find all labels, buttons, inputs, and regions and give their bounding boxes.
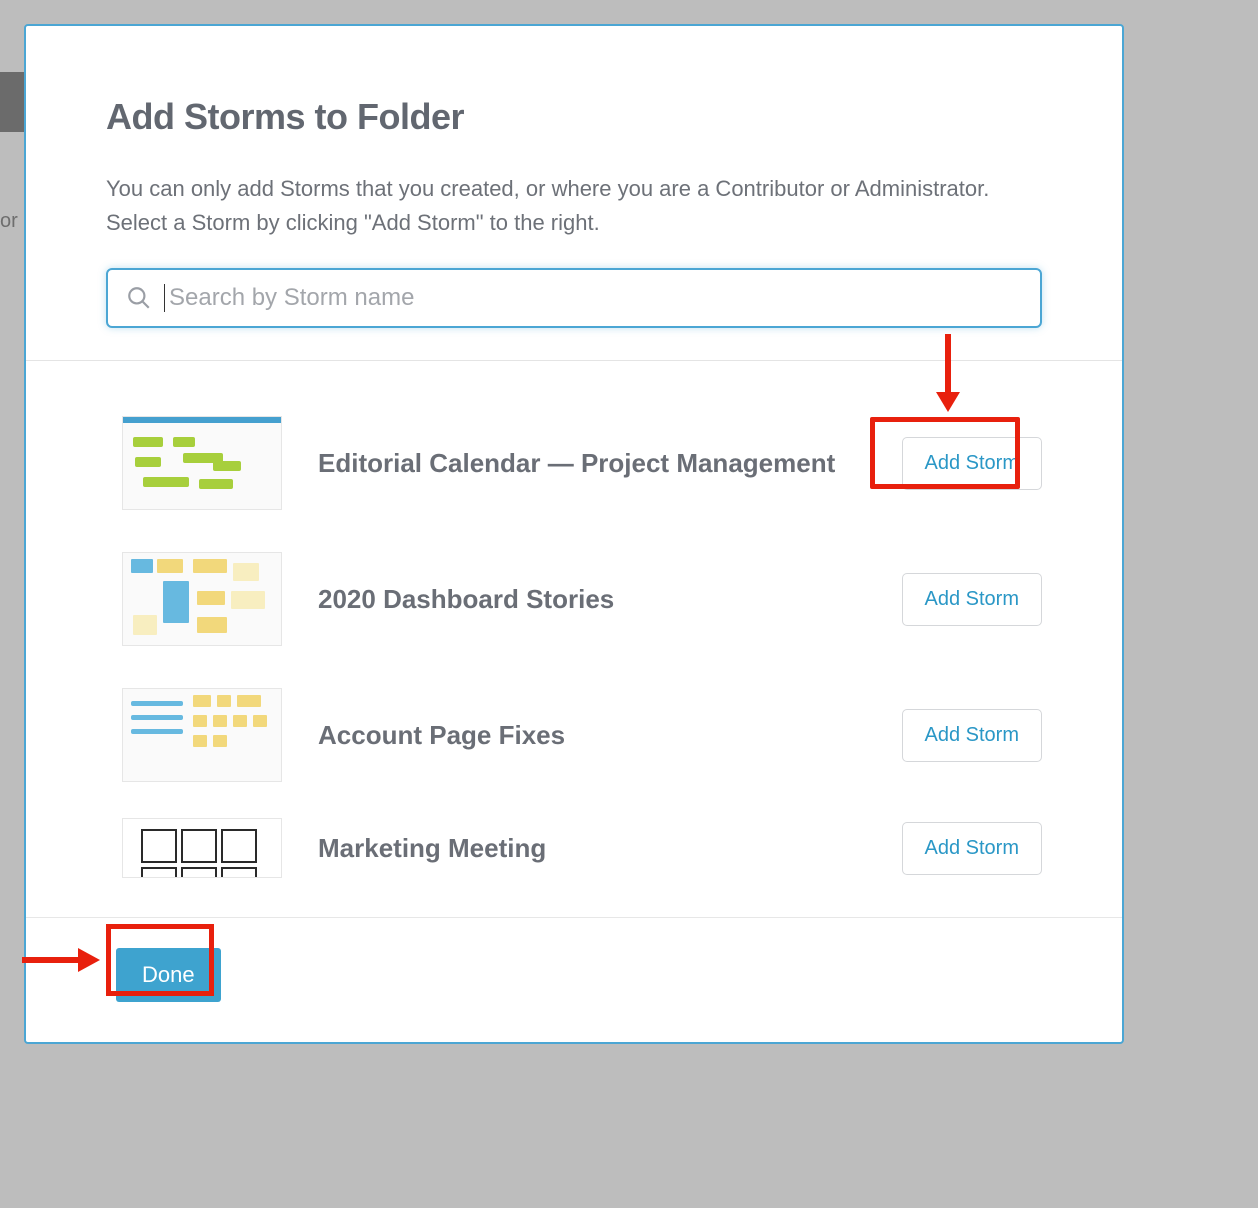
- add-storm-button[interactable]: Add Storm: [902, 573, 1042, 626]
- storm-name: Account Page Fixes: [318, 720, 866, 751]
- background-app-text: or: [0, 210, 24, 233]
- storm-thumbnail: [122, 416, 282, 510]
- add-storm-button[interactable]: Add Storm: [902, 822, 1042, 875]
- storm-name: Editorial Calendar — Project Management: [318, 448, 866, 479]
- modal-footer: Done: [26, 917, 1122, 1042]
- search-field-wrapper[interactable]: [106, 268, 1042, 328]
- modal-title: Add Storms to Folder: [106, 96, 1042, 138]
- storm-row: Editorial Calendar — Project Management …: [26, 395, 1122, 531]
- storm-row: Account Page Fixes Add Storm: [26, 667, 1122, 803]
- add-storm-button[interactable]: Add Storm: [902, 437, 1042, 490]
- storm-thumbnail: [122, 552, 282, 646]
- search-icon: [126, 285, 152, 311]
- storm-row: 2020 Dashboard Stories Add Storm: [26, 531, 1122, 667]
- add-storm-button[interactable]: Add Storm: [902, 709, 1042, 762]
- modal-header: Add Storms to Folder You can only add St…: [26, 26, 1122, 360]
- done-button[interactable]: Done: [116, 948, 221, 1002]
- background-app-fragment: [0, 72, 24, 132]
- storm-thumbnail: [122, 688, 282, 782]
- add-storms-modal: Add Storms to Folder You can only add St…: [24, 24, 1124, 1044]
- storm-name: 2020 Dashboard Stories: [318, 584, 866, 615]
- storm-name: Marketing Meeting: [318, 833, 866, 864]
- text-caret: [164, 284, 165, 312]
- modal-description: You can only add Storms that you created…: [106, 172, 1042, 240]
- storm-row: Marketing Meeting Add Storm: [26, 803, 1122, 893]
- storm-thumbnail: [122, 818, 282, 878]
- search-input[interactable]: [169, 284, 1022, 312]
- storm-list: Editorial Calendar — Project Management …: [26, 361, 1122, 917]
